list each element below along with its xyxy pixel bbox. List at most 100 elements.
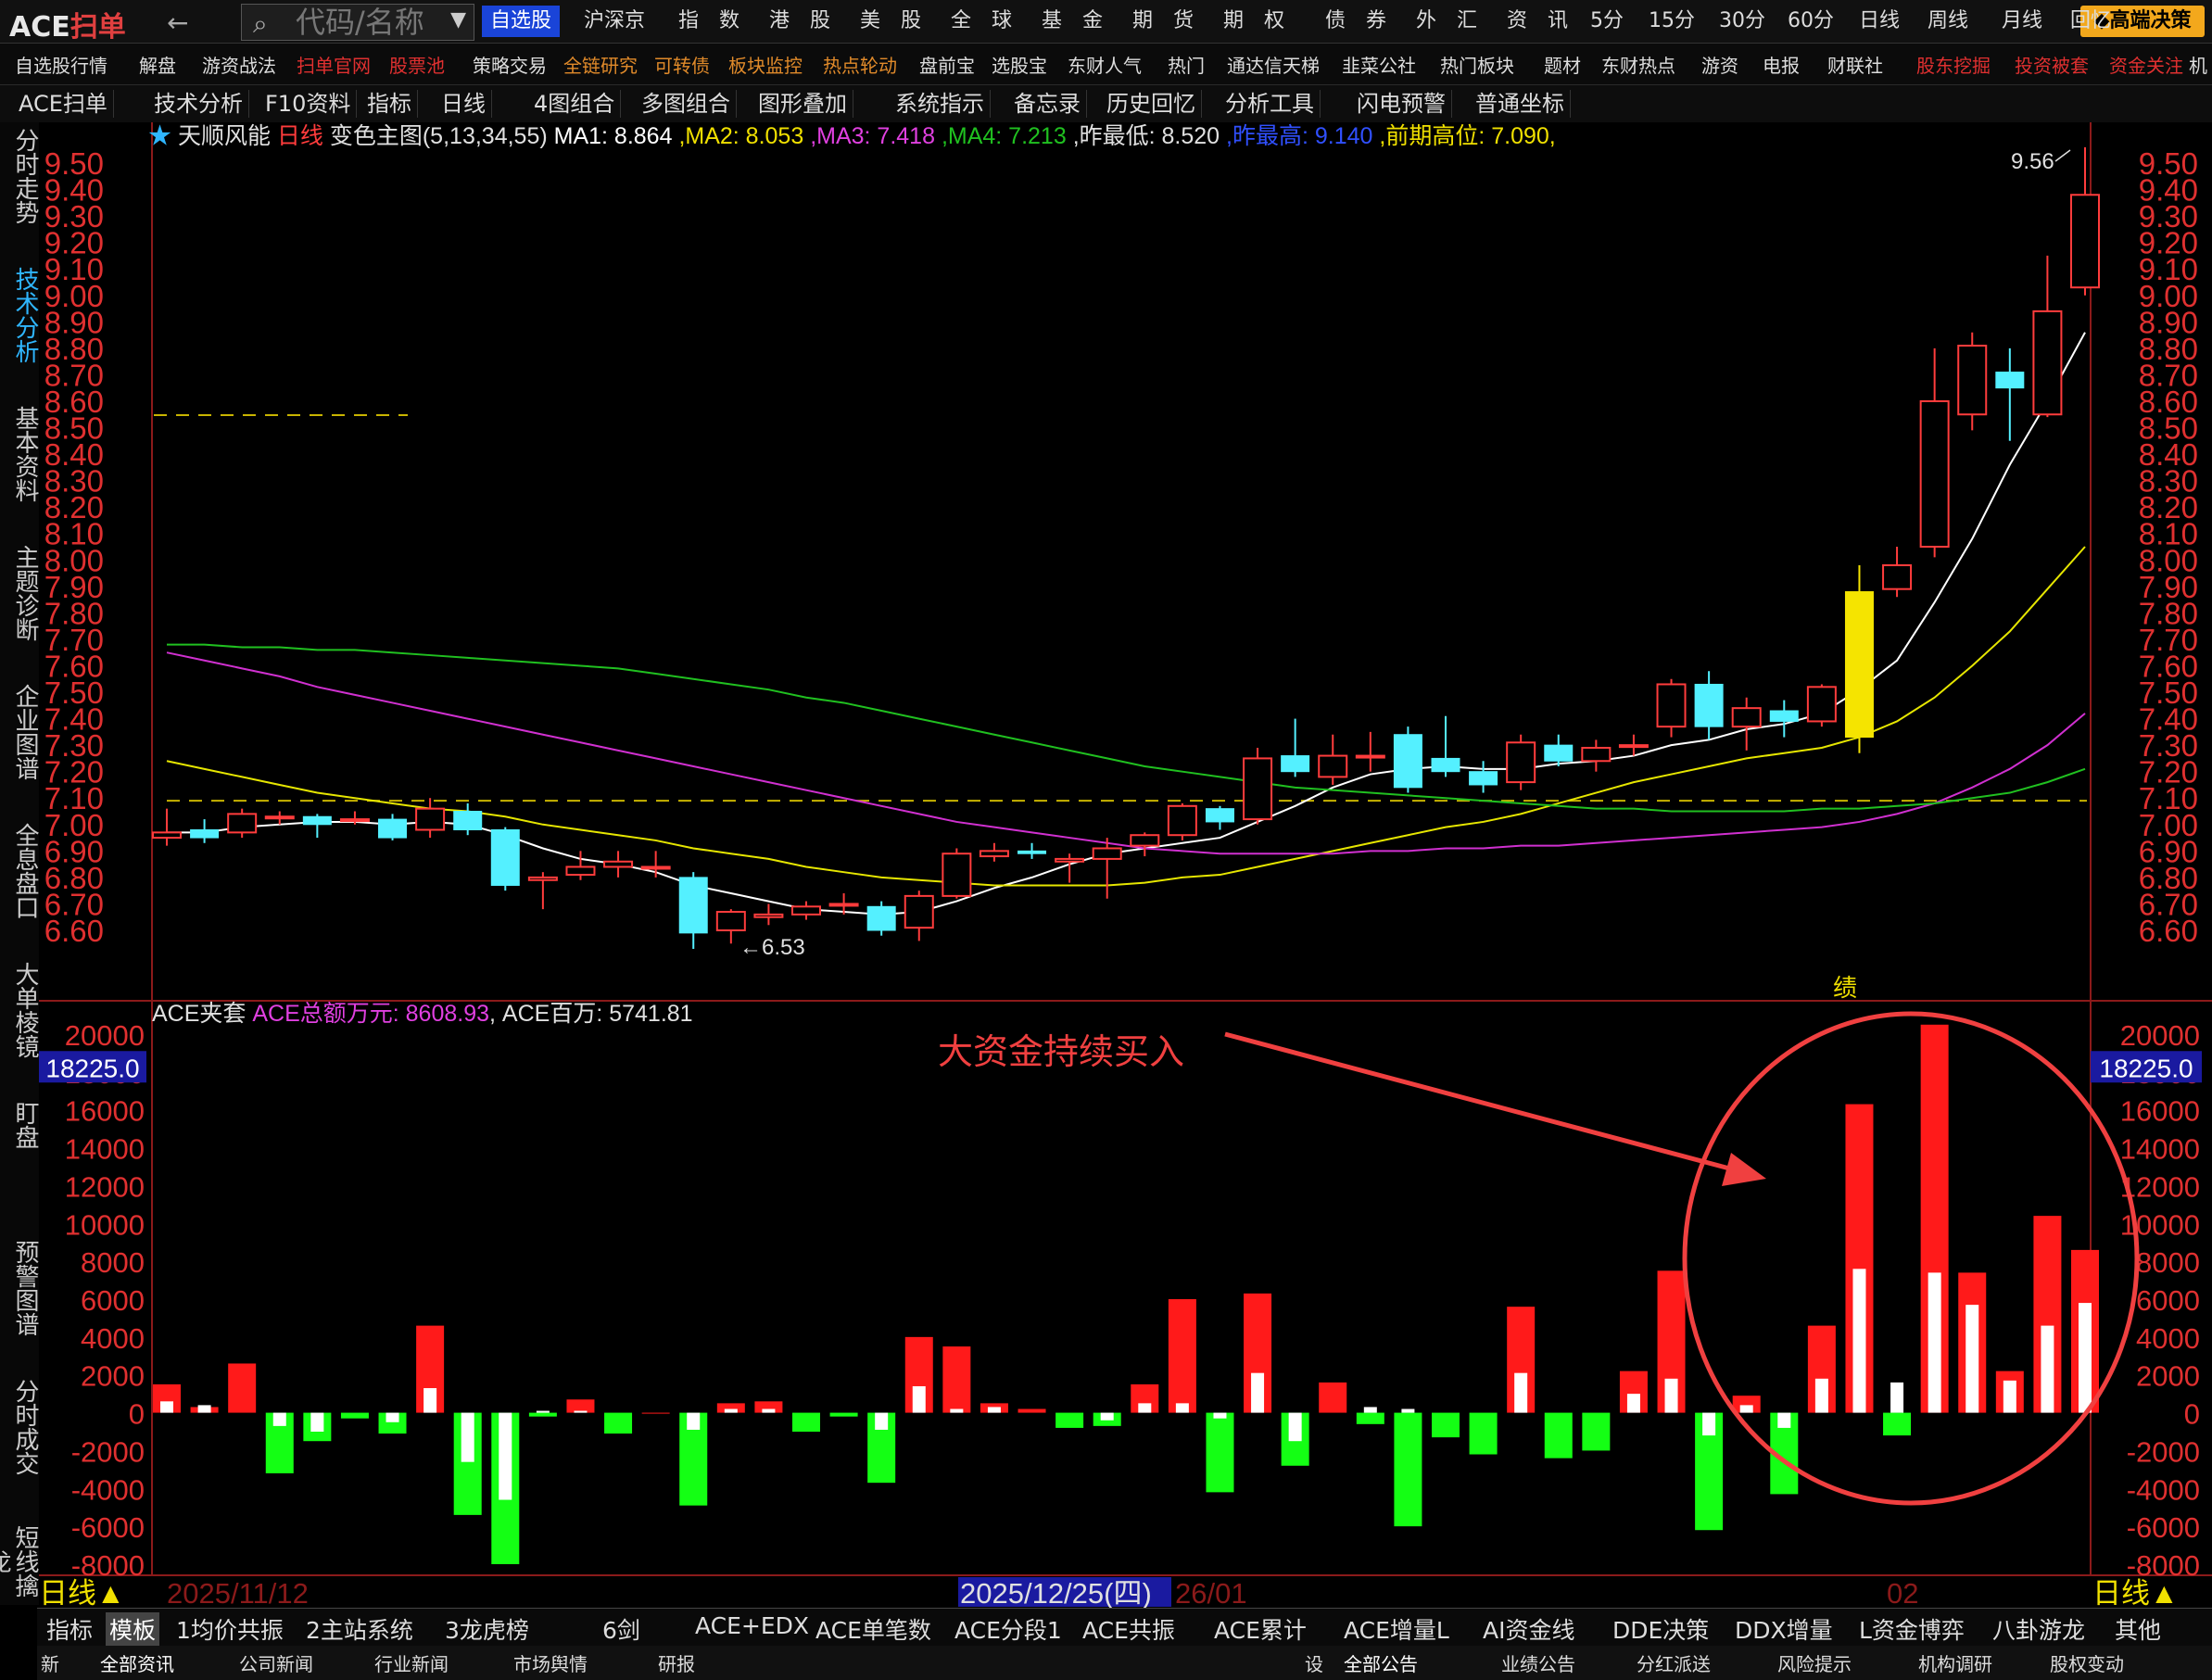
candle[interactable] <box>1167 802 1197 840</box>
flow-bar[interactable] <box>829 1412 858 1417</box>
flow-bar[interactable] <box>604 1412 633 1434</box>
flow-bar[interactable] <box>340 1412 369 1419</box>
candle[interactable] <box>1506 734 1536 790</box>
news-tab-8[interactable]: 业绩公告 <box>1501 1649 1575 1676</box>
flow-bar[interactable] <box>1807 1325 1836 1413</box>
news-tab-11[interactable]: 机构调研 <box>1918 1649 1992 1676</box>
indicator-tab-8[interactable]: ACE分段1 <box>954 1612 1062 1646</box>
indicator-tab-11[interactable]: ACE增量L <box>1344 1612 1449 1646</box>
news-tab-3[interactable]: 行业新闻 <box>374 1649 449 1676</box>
flow-bar[interactable] <box>265 1412 294 1473</box>
flow-bar[interactable] <box>1206 1412 1234 1493</box>
flow-bar[interactable] <box>1845 1104 1874 1413</box>
indicator-tab-2[interactable]: 1均价共振 <box>176 1612 284 1646</box>
flow-bar[interactable] <box>754 1401 783 1413</box>
indicator-tab-12[interactable]: AI资金线 <box>1483 1612 1574 1646</box>
period-indicator-left[interactable]: 日线▲ <box>39 1577 125 1608</box>
flow-bar[interactable] <box>416 1325 445 1413</box>
news-tab-7[interactable]: 全部公告 <box>1344 1649 1418 1676</box>
flow-large-bar <box>1966 1305 1979 1413</box>
flow-bar[interactable] <box>980 1403 1008 1413</box>
flow-bar[interactable] <box>1469 1412 1498 1455</box>
news-tab-4[interactable]: 市场舆情 <box>513 1649 588 1676</box>
flow-bar[interactable] <box>378 1412 407 1434</box>
flow-bar[interactable] <box>1055 1412 1084 1428</box>
flow-bar[interactable] <box>1432 1412 1460 1438</box>
news-tab-0[interactable]: 新 <box>41 1649 59 1676</box>
flow-large-bar <box>1890 1382 1904 1413</box>
candle-body <box>453 811 483 831</box>
flow-bar[interactable] <box>792 1412 820 1432</box>
news-tab-9[interactable]: 分红派送 <box>1637 1649 1711 1676</box>
flow-bar[interactable] <box>716 1403 745 1413</box>
flow-bar[interactable] <box>1657 1270 1686 1413</box>
date-label: 02 <box>1887 1577 1918 1608</box>
indicator-tab-0[interactable]: 指标 <box>46 1612 93 1646</box>
flow-bar[interactable] <box>1018 1408 1046 1413</box>
flow-bar[interactable] <box>904 1336 933 1413</box>
period-indicator-right[interactable]: 日线▲ <box>2092 1577 2179 1608</box>
flow-bar[interactable] <box>1619 1371 1648 1413</box>
candle[interactable] <box>1806 684 1837 727</box>
flow-bar[interactable] <box>1319 1382 1347 1413</box>
candle[interactable] <box>942 848 972 899</box>
indicator-tab-16[interactable]: 八卦游龙 <box>1992 1612 2085 1646</box>
flow-bar[interactable] <box>1958 1272 1987 1413</box>
indicator-tab-1[interactable]: 模板 <box>106 1612 160 1646</box>
flow-bar[interactable] <box>153 1383 181 1413</box>
flow-bar[interactable] <box>2033 1216 2062 1413</box>
candle[interactable] <box>1243 747 1273 825</box>
news-tab-10[interactable]: 风险提示 <box>1777 1649 1852 1676</box>
news-tab-2[interactable]: 公司新闻 <box>239 1649 313 1676</box>
flow-bar[interactable] <box>641 1412 670 1414</box>
candle[interactable] <box>490 827 520 891</box>
flow-total-bar <box>1394 1412 1422 1527</box>
news-tab-12[interactable]: 股权变动 <box>2050 1649 2124 1676</box>
flow-bar[interactable] <box>228 1363 257 1413</box>
flow-bar[interactable] <box>1920 1024 1949 1413</box>
flow-bar[interactable] <box>1131 1383 1159 1413</box>
flow-large-bar <box>160 1401 173 1413</box>
indicator-tab-4[interactable]: 3龙虎榜 <box>445 1612 529 1646</box>
flow-bar[interactable] <box>679 1412 708 1506</box>
flow-bar[interactable] <box>1995 1371 2024 1413</box>
candle-body <box>1769 710 1799 722</box>
stock-chart[interactable]: 9.50 9.509.40 9.409.30 9.309.20 9.209.10 9.10… <box>0 0 2212 1608</box>
flow-bar[interactable] <box>1394 1408 1422 1527</box>
indicator-tab-17[interactable]: 其他 <box>2115 1612 2161 1646</box>
indicator-tab-5[interactable]: 6剑 <box>602 1612 640 1646</box>
flow-bar[interactable] <box>1695 1412 1724 1531</box>
indicator-tab-10[interactable]: ACE累计 <box>1214 1612 1307 1646</box>
indicator-tab-14[interactable]: DDX增量 <box>1735 1612 1833 1646</box>
news-tab-1[interactable]: 全部资讯 <box>100 1649 174 1676</box>
flow-bar[interactable] <box>566 1399 595 1413</box>
flow-bar[interactable] <box>303 1412 332 1442</box>
flow-bar[interactable] <box>2071 1249 2099 1413</box>
indicator-tab-7[interactable]: ACE单笔数 <box>815 1612 931 1646</box>
flow-bar[interactable] <box>453 1412 482 1515</box>
candle[interactable] <box>227 808 258 839</box>
flow-bar[interactable] <box>1093 1412 1121 1426</box>
indicator-tab-3[interactable]: 2主站系统 <box>306 1612 413 1646</box>
indicator-tab-9[interactable]: ACE共振 <box>1082 1612 1175 1646</box>
flow-bar[interactable] <box>1168 1299 1196 1413</box>
flow-bar[interactable] <box>491 1412 520 1564</box>
indicator-tab-6[interactable]: ACE+EDX <box>695 1612 809 1639</box>
flow-bar[interactable] <box>1507 1307 1536 1413</box>
news-tab-5[interactable]: 研报 <box>658 1649 695 1676</box>
indicator-tab-15[interactable]: L资金博弈 <box>1859 1612 1965 1646</box>
flow-bar[interactable] <box>942 1346 971 1413</box>
flow-large-bar <box>197 1405 211 1413</box>
flow-bar[interactable] <box>1582 1412 1611 1451</box>
indicator-tab-13[interactable]: DDE决策 <box>1612 1612 1709 1646</box>
candle[interactable] <box>866 901 896 936</box>
candle[interactable] <box>1844 564 1874 753</box>
flow-bar[interactable] <box>867 1412 896 1484</box>
flow-bar[interactable] <box>1244 1293 1272 1413</box>
news-tab-6[interactable]: 设 <box>1305 1649 1323 1676</box>
flow-bar[interactable] <box>1544 1412 1573 1459</box>
candle[interactable] <box>1393 726 1422 793</box>
flow-bar[interactable] <box>1281 1412 1309 1466</box>
flow-bar[interactable] <box>1732 1396 1761 1413</box>
flow-tick-left: 20000 <box>65 1019 145 1052</box>
